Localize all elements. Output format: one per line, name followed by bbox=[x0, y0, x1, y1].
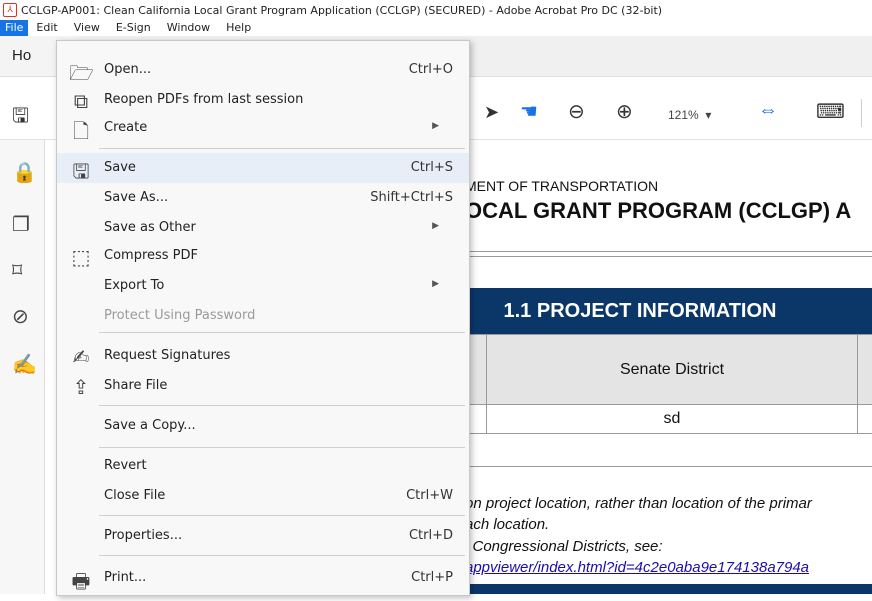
left-rail: 🔒 ❐ ⌑ ⊘ ✍ bbox=[0, 140, 45, 594]
menu-edit[interactable]: Edit bbox=[28, 20, 65, 36]
menu-separator bbox=[99, 447, 465, 448]
zoom-in-icon[interactable]: ⊕ bbox=[616, 99, 633, 124]
menu-item-print[interactable]: 🖶 Print... Ctrl+P bbox=[57, 563, 469, 593]
note-line: ach location. bbox=[465, 516, 550, 533]
table-header-cell bbox=[857, 334, 872, 406]
bookmark-icon[interactable]: ⌑ bbox=[12, 258, 22, 283]
save-icon[interactable]: 🖫 bbox=[12, 101, 29, 135]
district-map-link[interactable]: appviewer/index.html?id=4c2e0aba9e174138… bbox=[465, 559, 809, 576]
divider bbox=[445, 256, 872, 257]
menu-esign[interactable]: E-Sign bbox=[108, 20, 159, 36]
zoom-level[interactable]: 121% ▾ bbox=[668, 108, 711, 122]
menu-separator bbox=[99, 332, 465, 333]
menu-item-share-file[interactable]: ⇪ Share File bbox=[57, 371, 469, 401]
menu-window[interactable]: Window bbox=[159, 20, 218, 36]
menu-item-save[interactable]: 🖫 Save Ctrl+S bbox=[57, 153, 469, 183]
menu-item-save-as[interactable]: Save As... Shift+Ctrl+S bbox=[57, 183, 469, 213]
section-bar bbox=[445, 584, 872, 594]
share-icon: ⇪ bbox=[72, 375, 90, 399]
hand-tool-icon[interactable]: ☚ bbox=[520, 99, 538, 124]
lock-icon[interactable]: 🔒 bbox=[12, 160, 37, 185]
note-line: on project location, rather than locatio… bbox=[465, 495, 812, 512]
divider bbox=[445, 251, 872, 252]
menu-item-export-to[interactable]: Export To ▶ bbox=[57, 271, 469, 301]
acrobat-logo-icon: ⅄ bbox=[3, 3, 17, 17]
title-bar: ⅄ CCLGP-AP001: Clean California Local Gr… bbox=[0, 0, 872, 20]
menu-item-properties[interactable]: Properties... Ctrl+D bbox=[57, 521, 469, 551]
window-title: CCLGP-AP001: Clean California Local Gran… bbox=[21, 3, 663, 17]
reopen-icon: ⧉ bbox=[73, 89, 89, 113]
signature-icon[interactable]: ✍ bbox=[12, 352, 37, 377]
create-pdf-icon: 🗋 bbox=[72, 119, 90, 143]
sign-icon: ✍ bbox=[72, 345, 90, 369]
menu-item-save-copy[interactable]: Save a Copy... bbox=[57, 411, 469, 441]
table-cell[interactable] bbox=[857, 404, 872, 434]
menu-separator bbox=[99, 555, 465, 556]
printer-icon: 🖶 bbox=[71, 569, 91, 593]
submenu-arrow-icon: ▶ bbox=[432, 221, 439, 231]
zoom-out-icon[interactable]: ⊖ bbox=[568, 99, 585, 124]
menu-item-save-as-other[interactable]: Save as Other ▶ bbox=[57, 213, 469, 243]
menu-item-revert[interactable]: Revert bbox=[57, 451, 469, 481]
pages-icon[interactable]: ❐ bbox=[12, 212, 30, 237]
menu-file[interactable]: File bbox=[0, 20, 29, 36]
keyboard-scroll-icon[interactable]: ⌨ bbox=[816, 99, 845, 124]
menu-item-reopen[interactable]: ⧉ Reopen PDFs from last session bbox=[57, 85, 469, 115]
menu-item-create[interactable]: 🗋 Create ▶ bbox=[57, 113, 469, 143]
senate-district-field[interactable]: sd bbox=[486, 404, 858, 434]
fit-page-icon[interactable]: ⇔ bbox=[758, 99, 778, 122]
document-title: OCAL GRANT PROGRAM (CCLGP) A bbox=[465, 198, 852, 223]
menu-separator bbox=[99, 405, 465, 406]
select-cursor-icon[interactable]: ➤ bbox=[484, 102, 499, 123]
menu-separator bbox=[99, 148, 465, 149]
submenu-arrow-icon: ▶ bbox=[432, 279, 439, 289]
menu-item-close-file[interactable]: Close File Ctrl+W bbox=[57, 481, 469, 511]
divider bbox=[445, 466, 872, 467]
file-menu: 🗁 Open... Ctrl+O ⧉ Reopen PDFs from last… bbox=[56, 40, 470, 596]
menu-item-compress-pdf[interactable]: ⬚ Compress PDF bbox=[57, 241, 469, 271]
menu-item-request-signatures[interactable]: ✍ Request Signatures bbox=[57, 341, 469, 371]
submenu-arrow-icon: ▶ bbox=[432, 121, 439, 131]
menu-separator bbox=[99, 515, 465, 516]
menu-view[interactable]: View bbox=[66, 20, 108, 36]
compress-icon: ⬚ bbox=[71, 245, 91, 269]
attachment-icon[interactable]: ⊘ bbox=[12, 304, 29, 329]
menu-help[interactable]: Help bbox=[218, 20, 259, 36]
menu-bar: File Edit View E-Sign Window Help bbox=[0, 20, 872, 36]
menu-item-protect-password: Protect Using Password bbox=[104, 308, 256, 323]
table-header-senate-district: Senate District bbox=[486, 334, 858, 406]
toolbar-divider bbox=[861, 99, 862, 127]
note-line: l Congressional Districts, see: bbox=[465, 538, 663, 555]
department-line: MENT OF TRANSPORTATION bbox=[465, 178, 659, 194]
section-header: 1.1 PROJECT INFORMATION bbox=[445, 288, 872, 334]
menu-item-open[interactable]: 🗁 Open... Ctrl+O bbox=[57, 55, 469, 85]
